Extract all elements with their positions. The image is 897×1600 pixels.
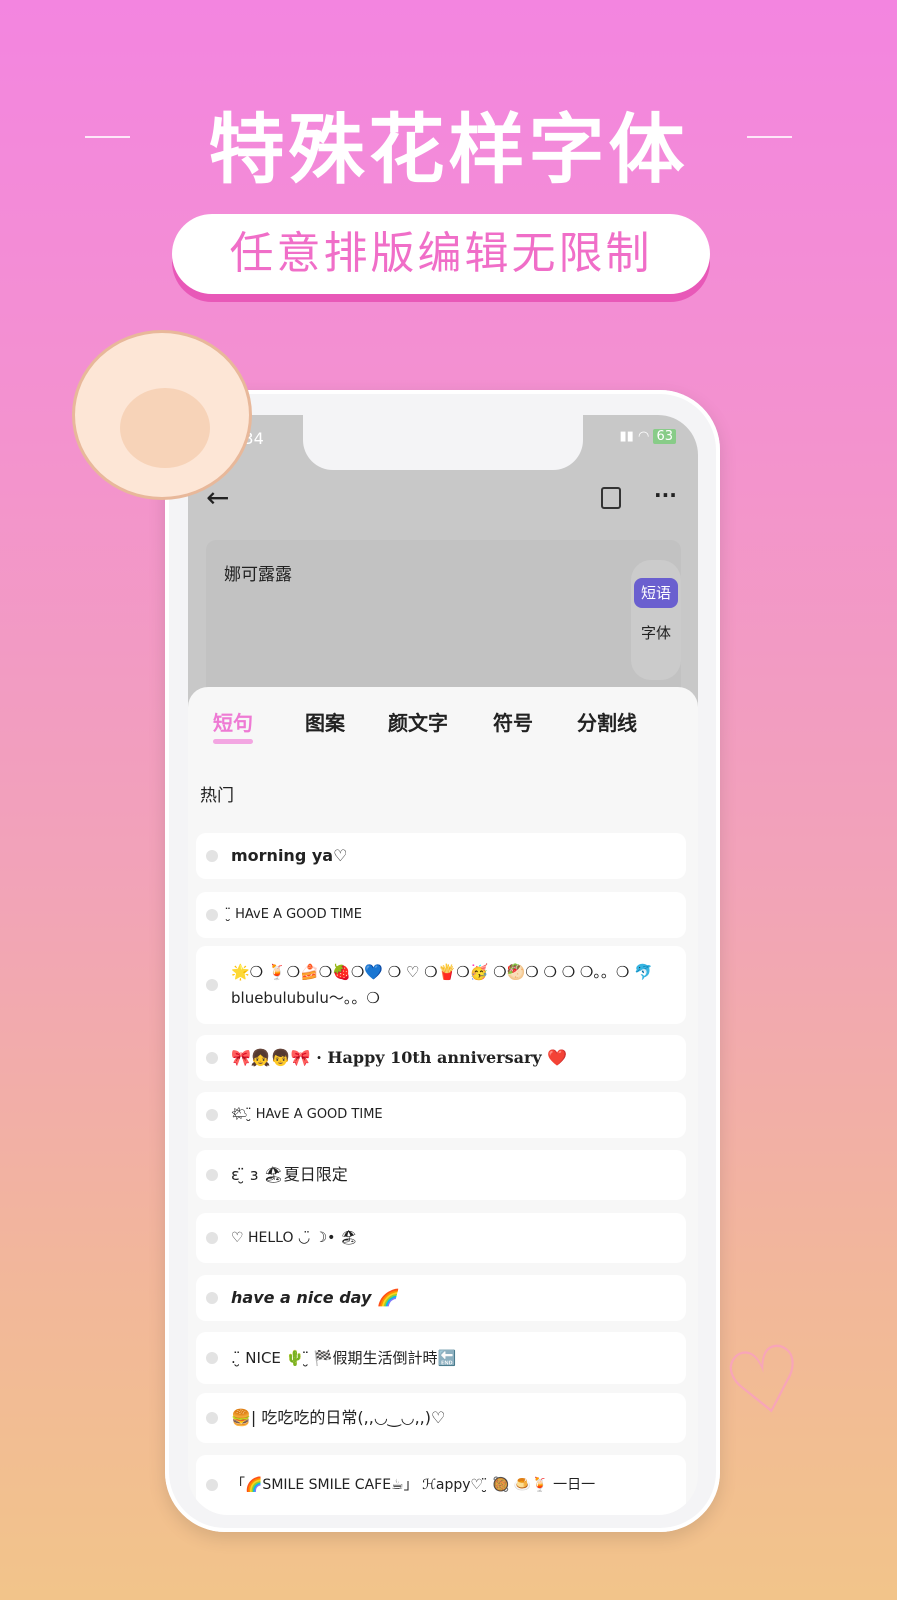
phrase-text: 🌤 ̮̈ HAvE A GOOD TIME bbox=[231, 1107, 383, 1122]
bullet-dot bbox=[206, 979, 218, 991]
tab-divider[interactable]: 分割线 bbox=[577, 707, 637, 736]
phrase-item[interactable]: have a nice day 🌈 bbox=[196, 1275, 686, 1321]
bullet-dot bbox=[206, 1412, 218, 1424]
phrase-panel: 短句 图案 颜文字 符号 分割线 热门 morning ya♡̮̈ HAvE A… bbox=[188, 687, 698, 1515]
mode-font-button[interactable]: 字体 bbox=[634, 622, 678, 643]
copy-icon[interactable] bbox=[601, 487, 621, 509]
tab-kaomoji[interactable]: 颜文字 bbox=[388, 707, 448, 736]
phrase-item[interactable]: ♡ HELLO ◡̈ ☽• 🏖 bbox=[196, 1213, 686, 1263]
bullet-dot bbox=[206, 1169, 218, 1181]
bullet-dot bbox=[206, 850, 218, 862]
phrase-item[interactable]: 「🌈SMILE SMILE CAFE☕」 ℋappy♡ ̮̈ 🥘 🍮🍹 一日一 bbox=[196, 1455, 686, 1515]
phrase-item[interactable]: . ̮̈ NICE 🌵 ̮̈ 🏁假期生活倒計時🔚 bbox=[196, 1332, 686, 1384]
phrase-item[interactable]: 🍔| 吃吃吃的日常(,,◡‿◡,,)♡ bbox=[196, 1393, 686, 1443]
heart-decor-icon: ♡ bbox=[714, 1322, 816, 1443]
category-tabs: 短句 图案 颜文字 符号 分割线 bbox=[188, 707, 698, 747]
bullet-dot bbox=[206, 1479, 218, 1491]
sheep-mascot-icon bbox=[72, 330, 252, 500]
promo-headline: 特殊花样字体 bbox=[208, 105, 689, 194]
status-icons: ▮▮ ◠ 63 bbox=[620, 429, 676, 444]
bullet-dot bbox=[206, 1109, 218, 1121]
phrase-text: 🎀👧👦🎀 · Happy 10th anniversary ❤️ bbox=[231, 1048, 568, 1067]
bullet-dot bbox=[206, 909, 218, 921]
section-label-hot: 热门 bbox=[200, 786, 234, 806]
bullet-dot bbox=[206, 1352, 218, 1364]
phrase-text: have a nice day 🌈 bbox=[231, 1288, 397, 1307]
editor-area: :34 ▮▮ ◠ 63 ← ··· 娜可露露 短语 字体 bbox=[188, 415, 698, 715]
phrase-text: ♡ HELLO ◡̈ ☽• 🏖 bbox=[231, 1230, 358, 1246]
notch bbox=[303, 415, 583, 470]
tab-short-phrase[interactable]: 短句 bbox=[213, 707, 253, 744]
tab-symbol[interactable]: 符号 bbox=[493, 707, 533, 736]
mode-phrase-button[interactable]: 短语 bbox=[634, 578, 678, 608]
tab-pattern[interactable]: 图案 bbox=[305, 707, 345, 736]
bullet-dot bbox=[206, 1292, 218, 1304]
phrase-item[interactable]: 🌟❍ 🍹❍🍰❍🍓❍💙 ❍ ♡ ❍🍟❍🥳 ❍🥙❍ ❍ ❍ ❍。。❍ 🐬 blueb… bbox=[196, 946, 686, 1024]
battery-icon: 63 bbox=[653, 429, 676, 444]
phrase-text: ε ̮̈ з 🏖夏日限定 bbox=[231, 1165, 348, 1184]
promo-subtitle: 任意排版编辑无限制 bbox=[172, 214, 710, 294]
more-icon[interactable]: ··· bbox=[654, 483, 677, 507]
text-input[interactable]: 娜可露露 短语 字体 bbox=[206, 540, 681, 710]
phrase-item[interactable]: 🎀👧👦🎀 · Happy 10th anniversary ❤️ bbox=[196, 1035, 686, 1081]
phrase-item[interactable]: 🌤 ̮̈ HAvE A GOOD TIME bbox=[196, 1092, 686, 1138]
mode-switch: 短语 字体 bbox=[631, 560, 681, 680]
bullet-dot bbox=[206, 1232, 218, 1244]
phrase-text: 🌟❍ 🍹❍🍰❍🍓❍💙 ❍ ♡ ❍🍟❍🥳 ❍🥙❍ ❍ ❍ ❍。。❍ 🐬 blueb… bbox=[231, 963, 653, 1007]
app-screen: :34 ▮▮ ◠ 63 ← ··· 娜可露露 短语 字体 短句 图案 颜文字 符… bbox=[188, 415, 698, 1515]
phrase-item[interactable]: ε ̮̈ з 🏖夏日限定 bbox=[196, 1150, 686, 1200]
phrase-text: morning ya♡ bbox=[231, 846, 348, 865]
phrase-text: 「🌈SMILE SMILE CAFE☕」 ℋappy♡ ̮̈ 🥘 🍮🍹 一日一 bbox=[231, 1477, 596, 1493]
phrase-text: ̮̈ HAvE A GOOD TIME bbox=[231, 907, 362, 922]
phrase-text: 🍔| 吃吃吃的日常(,,◡‿◡,,)♡ bbox=[231, 1408, 446, 1427]
phrase-item[interactable]: morning ya♡ bbox=[196, 833, 686, 879]
bullet-dot bbox=[206, 1052, 218, 1064]
phrase-text: . ̮̈ NICE 🌵 ̮̈ 🏁假期生活倒計時🔚 bbox=[231, 1349, 457, 1367]
phrase-item[interactable]: ̮̈ HAvE A GOOD TIME bbox=[196, 892, 686, 938]
input-text: 娜可露露 bbox=[224, 565, 292, 585]
